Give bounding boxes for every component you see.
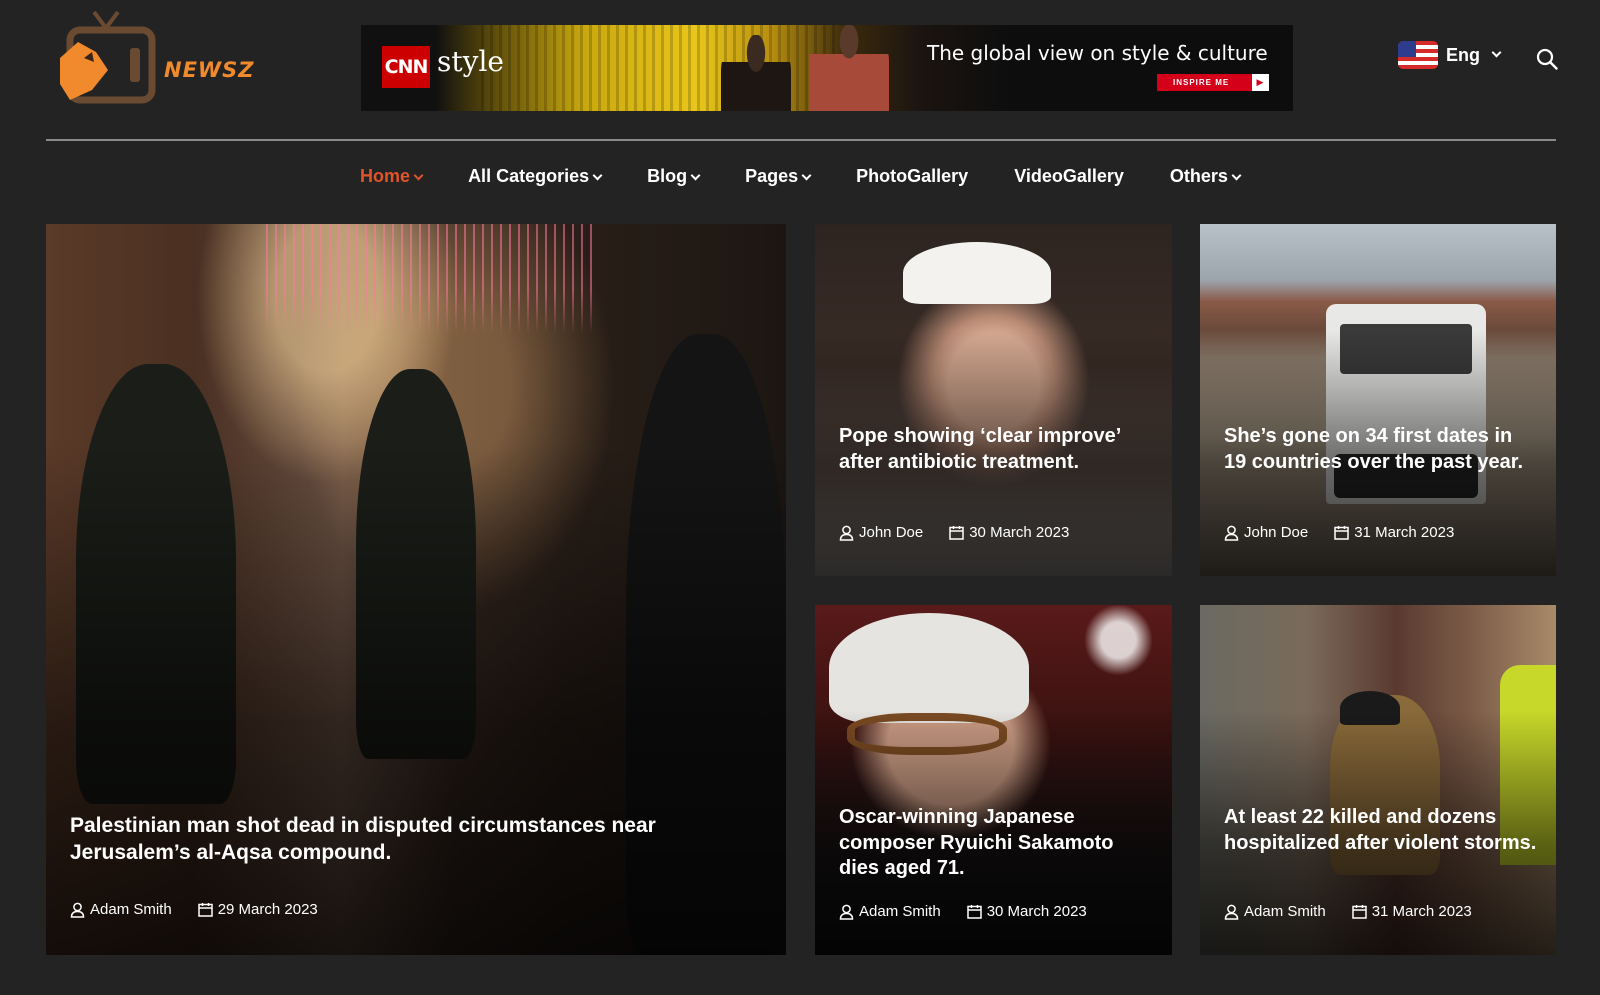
ad-cta-label: INSPIRE ME — [1173, 78, 1230, 87]
calendar-icon — [197, 903, 213, 917]
site-logo[interactable]: NEWSZ — [56, 8, 256, 108]
date: 30 March 2023 — [949, 524, 1069, 541]
chevron-down-icon — [690, 170, 701, 181]
nav-item-label: Home — [360, 166, 411, 186]
card-overlay — [46, 443, 786, 955]
header-divider — [46, 139, 1556, 141]
author-name[interactable]: John Doe — [1244, 524, 1308, 541]
article-meta: Adam Smith 29 March 2023 — [70, 901, 318, 918]
publish-date: 31 March 2023 — [1371, 903, 1472, 920]
tv-fox-logo-icon — [60, 10, 156, 104]
chevron-down-icon — [592, 170, 603, 181]
user-icon — [1224, 525, 1239, 541]
nav-item-label: Pages — [745, 166, 799, 186]
chevron-down-icon — [1491, 47, 1502, 57]
nav-item-label: Others — [1169, 166, 1228, 186]
chevron-down-icon — [413, 170, 424, 181]
publish-date: 29 March 2023 — [217, 901, 318, 918]
article-meta: Adam Smith 30 March 2023 — [839, 903, 1087, 920]
publish-date: 31 March 2023 — [1354, 524, 1455, 541]
author: John Doe — [839, 524, 923, 541]
publish-date: 30 March 2023 — [969, 524, 1070, 541]
us-flag-icon — [1398, 41, 1438, 69]
user-icon — [839, 525, 854, 541]
search-icon[interactable] — [1536, 48, 1558, 70]
date: 29 March 2023 — [197, 901, 318, 918]
language-label: Eng — [1446, 44, 1480, 65]
author: Adam Smith — [1224, 903, 1326, 920]
user-icon — [70, 902, 85, 918]
ad-brand-sub: style — [437, 45, 504, 78]
calendar-icon — [1334, 526, 1349, 540]
article-title[interactable]: Pope showing ‘clear improve’ after antib… — [839, 424, 1139, 475]
chevron-down-icon — [801, 170, 812, 181]
chevron-down-icon — [1231, 170, 1242, 181]
language-selector[interactable]: Eng — [1398, 41, 1502, 69]
ad-model-image — [721, 35, 791, 111]
arrow-right-icon: ▶ — [1252, 74, 1269, 91]
street-lights-image — [266, 224, 596, 334]
featured-article-card[interactable]: Palestinian man shot dead in disputed ci… — [46, 224, 786, 955]
nav-item-label: Blog — [647, 166, 688, 186]
nav-item-video-gallery[interactable]: VideoGallery — [991, 160, 1147, 194]
article-title[interactable]: At least 22 killed and dozens hospitaliz… — [1224, 805, 1544, 856]
pope-image — [903, 242, 1051, 304]
nav-item-all-categories[interactable]: All Categories — [445, 160, 624, 194]
nav-item-photo-gallery[interactable]: PhotoGallery — [833, 160, 991, 194]
article-card[interactable]: She’s gone on 34 first dates in 19 count… — [1200, 224, 1556, 576]
date: 30 March 2023 — [966, 903, 1087, 920]
article-title[interactable]: She’s gone on 34 first dates in 19 count… — [1224, 424, 1534, 475]
nav-item-pages[interactable]: Pages — [722, 160, 833, 194]
main-nav: Home All Categories Blog Pages PhotoGall… — [0, 160, 1600, 194]
logo-text: NEWSZ — [164, 58, 255, 82]
nav-item-blog[interactable]: Blog — [624, 160, 722, 194]
ad-tagline: The global view on style & culture — [927, 41, 1268, 65]
author-name[interactable]: Adam Smith — [1244, 903, 1326, 920]
author-name[interactable]: Adam Smith — [90, 901, 172, 918]
ad-model-image — [809, 25, 889, 111]
author-name[interactable]: Adam Smith — [859, 903, 941, 920]
ad-cta-button[interactable]: INSPIRE ME ▶ — [1157, 74, 1269, 91]
date: 31 March 2023 — [1334, 524, 1454, 541]
article-card[interactable]: Oscar-winning Japanese composer Ryuichi … — [815, 605, 1172, 955]
date: 31 March 2023 — [1351, 903, 1472, 920]
site-header: NEWSZ CNN style The global view on style… — [0, 0, 1600, 140]
calendar-icon — [1351, 905, 1367, 919]
publish-date: 30 March 2023 — [986, 903, 1087, 920]
article-card[interactable]: Pope showing ‘clear improve’ after antib… — [815, 224, 1172, 576]
article-title[interactable]: Oscar-winning Japanese composer Ryuichi … — [839, 805, 1159, 882]
composer-portrait-image — [829, 613, 1029, 723]
nav-item-label: VideoGallery — [1014, 166, 1124, 186]
user-icon — [839, 904, 854, 920]
user-icon — [1224, 904, 1239, 920]
article-meta: Adam Smith 31 March 2023 — [1224, 903, 1472, 920]
ad-brand-logo: CNN — [382, 46, 430, 88]
ad-banner[interactable]: CNN style The global view on style & cul… — [361, 25, 1293, 111]
author: Adam Smith — [70, 901, 172, 918]
author-name[interactable]: John Doe — [859, 524, 923, 541]
nav-item-label: PhotoGallery — [856, 166, 969, 186]
calendar-icon — [966, 905, 982, 919]
article-meta: John Doe 30 March 2023 — [839, 524, 1069, 541]
nav-item-others[interactable]: Others — [1147, 160, 1263, 194]
calendar-icon — [949, 526, 964, 540]
article-meta: John Doe 31 March 2023 — [1224, 524, 1454, 541]
article-title[interactable]: Palestinian man shot dead in disputed ci… — [70, 813, 750, 867]
author: Adam Smith — [839, 903, 941, 920]
nav-item-home[interactable]: Home — [337, 160, 445, 194]
article-card[interactable]: At least 22 killed and dozens hospitaliz… — [1200, 605, 1556, 955]
nav-item-label: All Categories — [468, 166, 590, 186]
author: John Doe — [1224, 524, 1308, 541]
